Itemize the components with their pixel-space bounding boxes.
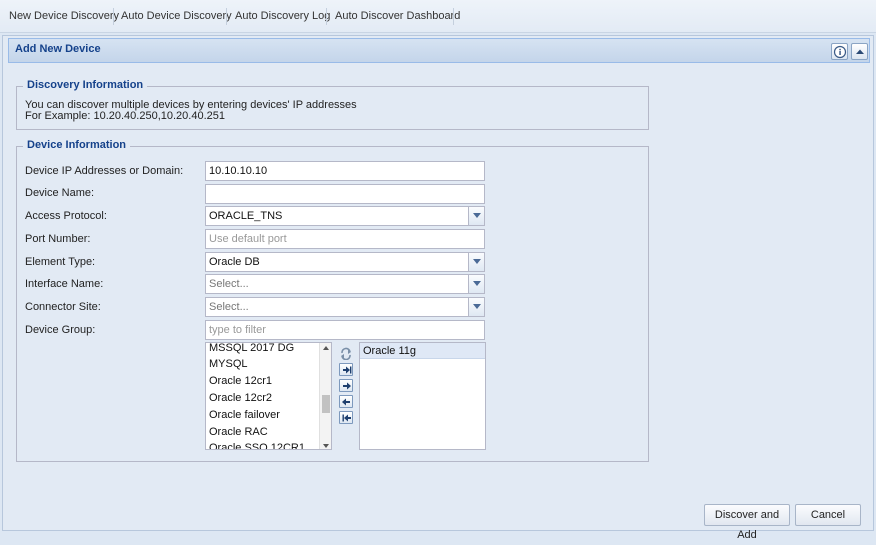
tab-separator xyxy=(453,8,454,25)
list-item[interactable]: MSSQL 2017 DG xyxy=(209,343,294,354)
device-group-filter[interactable] xyxy=(205,320,485,340)
element-type-trigger[interactable] xyxy=(468,253,484,271)
chevron-down-icon xyxy=(473,281,481,286)
element-type-label: Element Type: xyxy=(25,256,96,268)
device-name-label: Device Name: xyxy=(25,187,95,199)
tab-auto-discovery-log[interactable]: Auto Discovery Log xyxy=(235,0,330,33)
selected-groups-list[interactable]: Oracle 11g xyxy=(359,342,486,450)
available-groups-list[interactable]: MSSQL 2017 DG MYSQL Oracle 12cr1 Oracle … xyxy=(205,342,332,450)
add-button[interactable] xyxy=(339,379,353,392)
tab-auto-discover-dashboard[interactable]: Auto Discover Dashboard xyxy=(335,0,460,33)
remove-all-button[interactable] xyxy=(339,411,353,424)
access-protocol-label: Access Protocol: xyxy=(25,210,107,222)
ip-input[interactable] xyxy=(205,161,485,181)
tab-bar: New Device Discovery Auto Device Discove… xyxy=(0,0,876,33)
discover-and-add-button[interactable]: Discover and Add xyxy=(704,504,790,541)
list-item[interactable]: MYSQL xyxy=(209,358,248,370)
remove-button[interactable] xyxy=(339,395,353,408)
list-item[interactable]: Oracle RAC xyxy=(209,426,268,438)
list-item[interactable]: Oracle SSO 12CR1 xyxy=(209,442,305,449)
device-info-fieldset: Device Information Device IP Addresses o… xyxy=(16,139,649,462)
interface-name-select[interactable]: Select... xyxy=(205,274,485,294)
port-number-input[interactable] xyxy=(205,229,485,249)
chevron-down-icon xyxy=(473,213,481,218)
interface-name-placeholder: Select... xyxy=(209,278,249,290)
interface-name-trigger[interactable] xyxy=(468,275,484,293)
port-number-label: Port Number: xyxy=(25,233,91,245)
access-protocol-trigger[interactable] xyxy=(468,207,484,225)
list-item[interactable]: Oracle 12cr2 xyxy=(209,392,272,404)
collapse-button[interactable] xyxy=(851,43,868,60)
element-type-select[interactable]: Oracle DB xyxy=(205,252,485,272)
ip-label: Device IP Addresses or Domain: xyxy=(25,165,184,177)
connector-site-placeholder: Select... xyxy=(209,301,249,313)
element-type-value: Oracle DB xyxy=(209,256,260,268)
device-info-legend: Device Information xyxy=(23,139,131,151)
double-arrow-right-icon xyxy=(343,366,352,374)
list-item[interactable]: Oracle 11g xyxy=(363,345,416,357)
tab-separator xyxy=(113,8,114,25)
chevron-down-icon xyxy=(473,259,481,264)
arrow-left-icon xyxy=(342,398,350,406)
access-protocol-value: ORACLE_TNS xyxy=(209,210,283,222)
list-item[interactable]: Oracle 12cr1 xyxy=(209,375,272,387)
discovery-info-fieldset: Discovery Information You can discover m… xyxy=(16,79,649,130)
available-groups-scrollbar[interactable] xyxy=(319,343,331,449)
connector-site-trigger[interactable] xyxy=(468,298,484,316)
tab-auto-device-discovery[interactable]: Auto Device Discovery xyxy=(121,0,232,33)
chevron-up-icon xyxy=(856,49,864,54)
refresh-icon[interactable] xyxy=(339,347,353,360)
panel-header: Add New Device xyxy=(8,38,870,63)
list-item[interactable]: Oracle failover xyxy=(209,409,280,421)
tab-separator xyxy=(326,8,327,25)
cancel-button[interactable]: Cancel xyxy=(795,504,861,526)
tab-separator xyxy=(226,8,227,25)
device-name-input[interactable] xyxy=(205,184,485,204)
tab-new-device-discovery[interactable]: New Device Discovery xyxy=(9,0,119,33)
interface-name-label: Interface Name: xyxy=(25,278,104,290)
add-device-panel: Add New Device Discovery Information You… xyxy=(2,35,874,541)
connector-site-select[interactable]: Select... xyxy=(205,297,485,317)
device-group-label: Device Group: xyxy=(25,324,96,336)
discovery-info-example: For Example: 10.20.40.250,10.20.40.251 xyxy=(25,110,225,122)
chevron-down-icon xyxy=(473,304,481,309)
arrow-right-icon xyxy=(343,382,351,390)
discovery-info-legend: Discovery Information xyxy=(23,79,148,91)
add-all-button[interactable] xyxy=(339,363,353,376)
access-protocol-select[interactable]: ORACLE_TNS xyxy=(205,206,485,226)
panel-title: Add New Device xyxy=(15,43,101,55)
help-button[interactable] xyxy=(831,43,848,60)
scrollbar-arrows xyxy=(322,346,330,448)
double-arrow-left-icon xyxy=(342,414,351,422)
info-icon xyxy=(833,45,847,59)
connector-site-label: Connector Site: xyxy=(25,301,101,313)
